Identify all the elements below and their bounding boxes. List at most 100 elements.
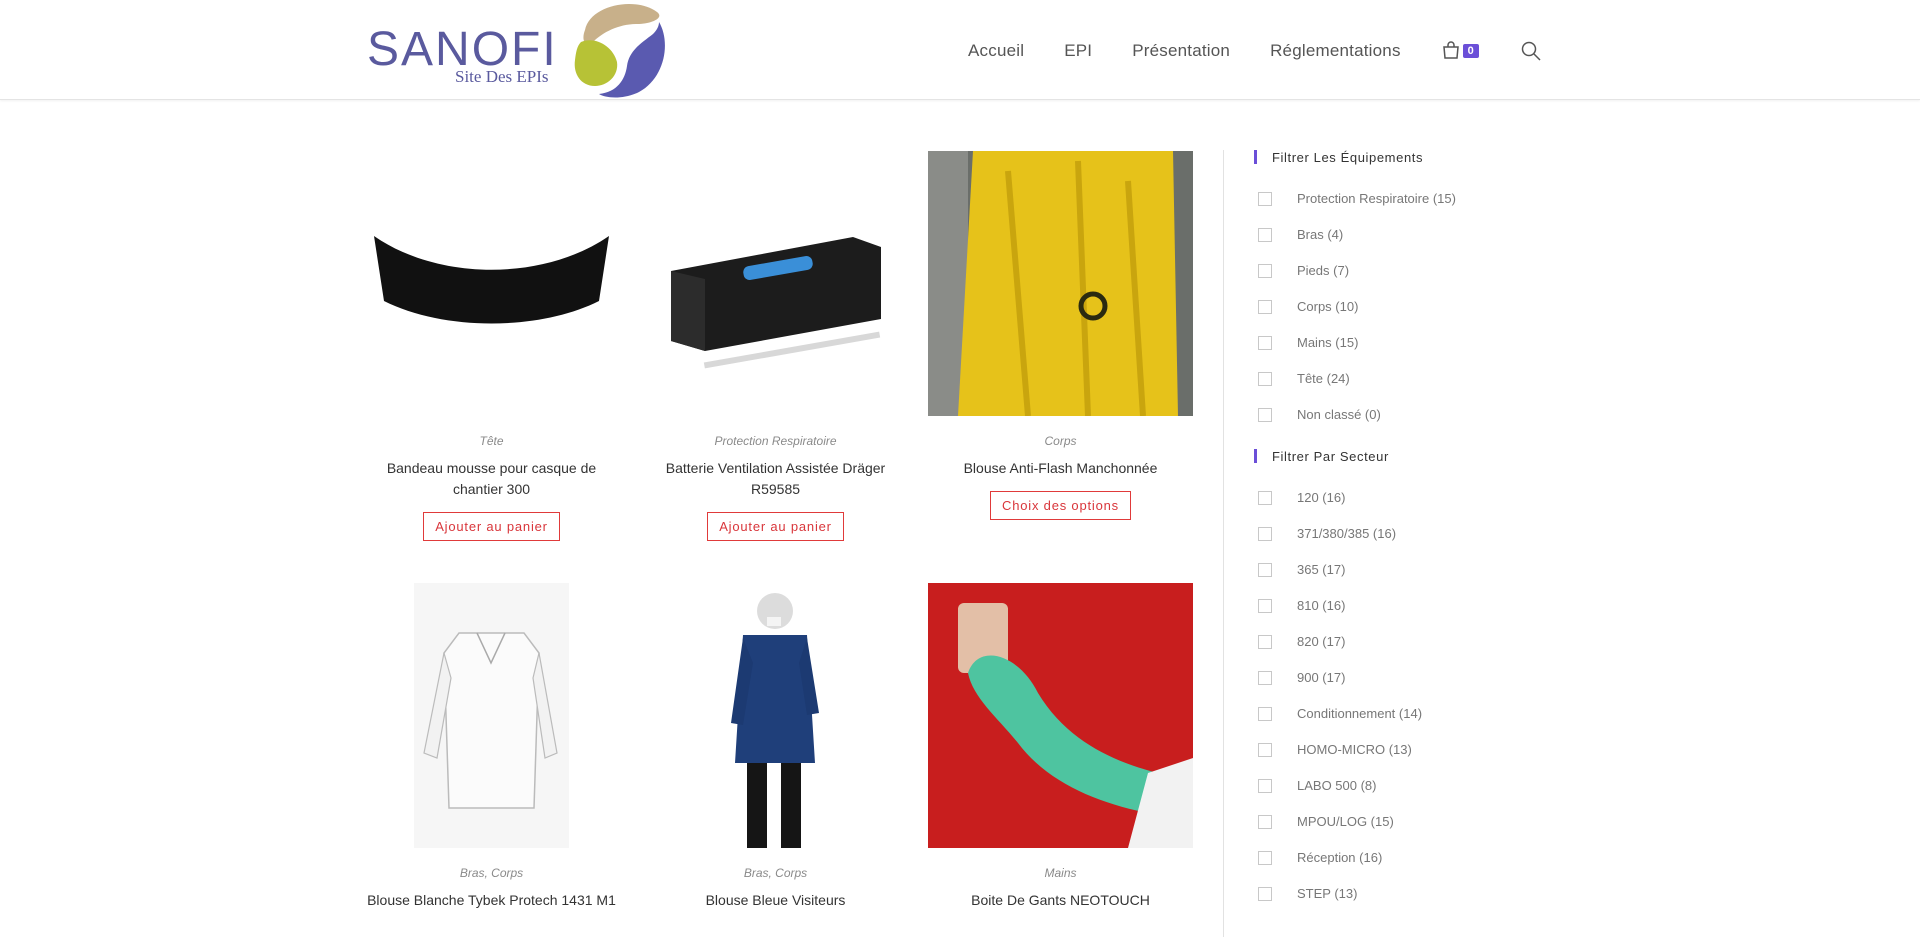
filter-item-120[interactable]: 120 (16) bbox=[1258, 490, 1345, 505]
filter-item-820[interactable]: 820 (17) bbox=[1258, 634, 1345, 649]
filter-item-mains[interactable]: Mains (15) bbox=[1258, 335, 1358, 350]
filter-item-pieds[interactable]: Pieds (7) bbox=[1258, 263, 1349, 278]
sanofi-logo-mark-icon bbox=[574, 3, 665, 98]
product-category[interactable]: Corps bbox=[928, 434, 1193, 448]
product-category[interactable]: Mains bbox=[928, 866, 1193, 880]
checkbox[interactable] bbox=[1258, 670, 1272, 685]
nav-presentation[interactable]: Présentation bbox=[1132, 41, 1230, 61]
filter-label: MPOU/LOG (15) bbox=[1297, 814, 1394, 829]
filter-item-tete[interactable]: Tête (24) bbox=[1258, 371, 1350, 386]
filter-label: Conditionnement (14) bbox=[1297, 706, 1423, 721]
product-category[interactable]: Protection Respiratoire bbox=[643, 434, 908, 448]
product-title[interactable]: Bandeau mousse pour casque de chantier 3… bbox=[359, 458, 624, 500]
site-header: SANOFI Site Des EPIs Accueil EPI Présent… bbox=[0, 0, 1920, 100]
green-gloves-image-icon bbox=[958, 603, 1193, 848]
site-logo[interactable]: SANOFI Site Des EPIs bbox=[367, 0, 667, 100]
checkbox[interactable] bbox=[1258, 814, 1272, 829]
checkbox[interactable] bbox=[1258, 634, 1272, 649]
product-category[interactable]: Bras, Corps bbox=[359, 866, 624, 880]
product-category[interactable]: Tête bbox=[359, 434, 624, 448]
checkbox[interactable] bbox=[1258, 371, 1272, 386]
product-image-blouse-blanche[interactable] bbox=[359, 583, 624, 848]
filter-item-365[interactable]: 365 (17) bbox=[1258, 562, 1345, 577]
product-card: Protection Respiratoire Batterie Ventila… bbox=[643, 151, 908, 541]
nav-epi[interactable]: EPI bbox=[1064, 41, 1092, 61]
filter-item-bras[interactable]: Bras (4) bbox=[1258, 227, 1343, 242]
checkbox[interactable] bbox=[1258, 191, 1272, 206]
shopping-bag-icon bbox=[1442, 41, 1459, 59]
filter-label: Non classé (0) bbox=[1297, 407, 1381, 422]
filter-label: Tête (24) bbox=[1297, 371, 1350, 386]
product-card: Tête Bandeau mousse pour casque de chant… bbox=[359, 151, 624, 541]
checkbox[interactable] bbox=[1258, 598, 1272, 613]
filter-item-step[interactable]: STEP (13) bbox=[1258, 886, 1357, 901]
checkbox[interactable] bbox=[1258, 886, 1272, 901]
checkbox[interactable] bbox=[1258, 263, 1272, 278]
checkbox[interactable] bbox=[1258, 407, 1272, 422]
product-image-batterie[interactable] bbox=[643, 151, 908, 416]
product-image-gants-neotouch[interactable] bbox=[928, 583, 1193, 848]
add-to-cart-button[interactable]: Ajouter au panier bbox=[423, 512, 560, 541]
checkbox[interactable] bbox=[1258, 778, 1272, 793]
product-card: Bras, Corps Blouse Bleue Visiteurs bbox=[643, 583, 908, 911]
product-title[interactable]: Blouse Anti-Flash Manchonnée bbox=[928, 458, 1193, 479]
filter-label: HOMO-MICRO (13) bbox=[1297, 742, 1412, 757]
product-title[interactable]: Batterie Ventilation Assistée Dräger R59… bbox=[643, 458, 908, 500]
product-card: Bras, Corps Blouse Blanche Tybek Protech… bbox=[359, 583, 624, 911]
filter-label: 810 (16) bbox=[1297, 598, 1346, 613]
cart-count-badge: 0 bbox=[1462, 44, 1479, 58]
filter-label: STEP (13) bbox=[1297, 886, 1358, 901]
product-card: Corps Blouse Anti-Flash Manchonnée Choix… bbox=[928, 151, 1193, 520]
checkbox[interactable] bbox=[1258, 227, 1272, 242]
checkbox[interactable] bbox=[1258, 706, 1272, 721]
filter-label: 365 (17) bbox=[1297, 562, 1346, 577]
product-title[interactable]: Boite De Gants NEOTOUCH bbox=[928, 890, 1193, 911]
nav-reglementations[interactable]: Réglementations bbox=[1270, 41, 1401, 61]
checkbox[interactable] bbox=[1258, 742, 1272, 757]
filter-label: 820 (17) bbox=[1297, 634, 1346, 649]
filter-item-mpou-log[interactable]: MPOU/LOG (15) bbox=[1258, 814, 1394, 829]
filter-label: Bras (4) bbox=[1297, 227, 1344, 242]
checkbox[interactable] bbox=[1258, 490, 1272, 505]
filter-label: Pieds (7) bbox=[1297, 263, 1350, 278]
filter-item-reception[interactable]: Réception (16) bbox=[1258, 850, 1382, 865]
filter-equipements-title: Filtrer Les Équipements bbox=[1254, 150, 1423, 165]
checkbox[interactable] bbox=[1258, 526, 1272, 541]
filter-label: Protection Respiratoire (15) bbox=[1297, 191, 1456, 206]
main-nav: Accueil EPI Présentation Réglementations… bbox=[968, 38, 1542, 64]
product-image-bandeau[interactable] bbox=[359, 151, 624, 416]
checkbox[interactable] bbox=[1258, 299, 1272, 314]
product-category[interactable]: Bras, Corps bbox=[643, 866, 908, 880]
product-card: Mains Boite De Gants NEOTOUCH bbox=[928, 583, 1193, 911]
yellow-coat-image-icon bbox=[928, 151, 1178, 416]
filter-label: 371/380/385 (16) bbox=[1297, 526, 1397, 541]
select-options-button[interactable]: Choix des options bbox=[990, 491, 1131, 520]
blue-coat-visitor-image-icon bbox=[731, 593, 819, 848]
filter-item-810[interactable]: 810 (16) bbox=[1258, 598, 1345, 613]
filter-label: 900 (17) bbox=[1297, 670, 1346, 685]
filter-item-900[interactable]: 900 (17) bbox=[1258, 670, 1345, 685]
checkbox[interactable] bbox=[1258, 850, 1272, 865]
nav-accueil[interactable]: Accueil bbox=[968, 41, 1024, 61]
filter-item-371-380-385[interactable]: 371/380/385 (16) bbox=[1258, 526, 1396, 541]
filter-item-protection-respiratoire[interactable]: Protection Respiratoire (15) bbox=[1258, 191, 1456, 206]
filter-label: 120 (16) bbox=[1297, 490, 1346, 505]
checkbox[interactable] bbox=[1258, 562, 1272, 577]
filter-label: Corps (10) bbox=[1297, 299, 1359, 314]
product-title[interactable]: Blouse Blanche Tybek Protech 1431 M1 bbox=[359, 890, 624, 911]
filter-item-labo-500[interactable]: LABO 500 (8) bbox=[1258, 778, 1377, 793]
logo-subtitle: Site Des EPIs bbox=[455, 67, 549, 86]
search-icon[interactable] bbox=[1520, 40, 1542, 62]
product-title[interactable]: Blouse Bleue Visiteurs bbox=[643, 890, 908, 911]
checkbox[interactable] bbox=[1258, 335, 1272, 350]
filter-item-homo-micro[interactable]: HOMO-MICRO (13) bbox=[1258, 742, 1412, 757]
headband-image-icon bbox=[374, 236, 609, 324]
add-to-cart-button[interactable]: Ajouter au panier bbox=[707, 512, 844, 541]
product-image-blouse-anti-flash[interactable] bbox=[928, 151, 1193, 416]
filter-item-non-classe[interactable]: Non classé (0) bbox=[1258, 407, 1381, 422]
cart-button[interactable]: 0 bbox=[1441, 38, 1485, 64]
filter-secteur-title: Filtrer Par Secteur bbox=[1254, 449, 1389, 464]
filter-item-conditionnement[interactable]: Conditionnement (14) bbox=[1258, 706, 1422, 721]
product-image-blouse-bleue[interactable] bbox=[643, 583, 908, 848]
filter-item-corps[interactable]: Corps (10) bbox=[1258, 299, 1358, 314]
